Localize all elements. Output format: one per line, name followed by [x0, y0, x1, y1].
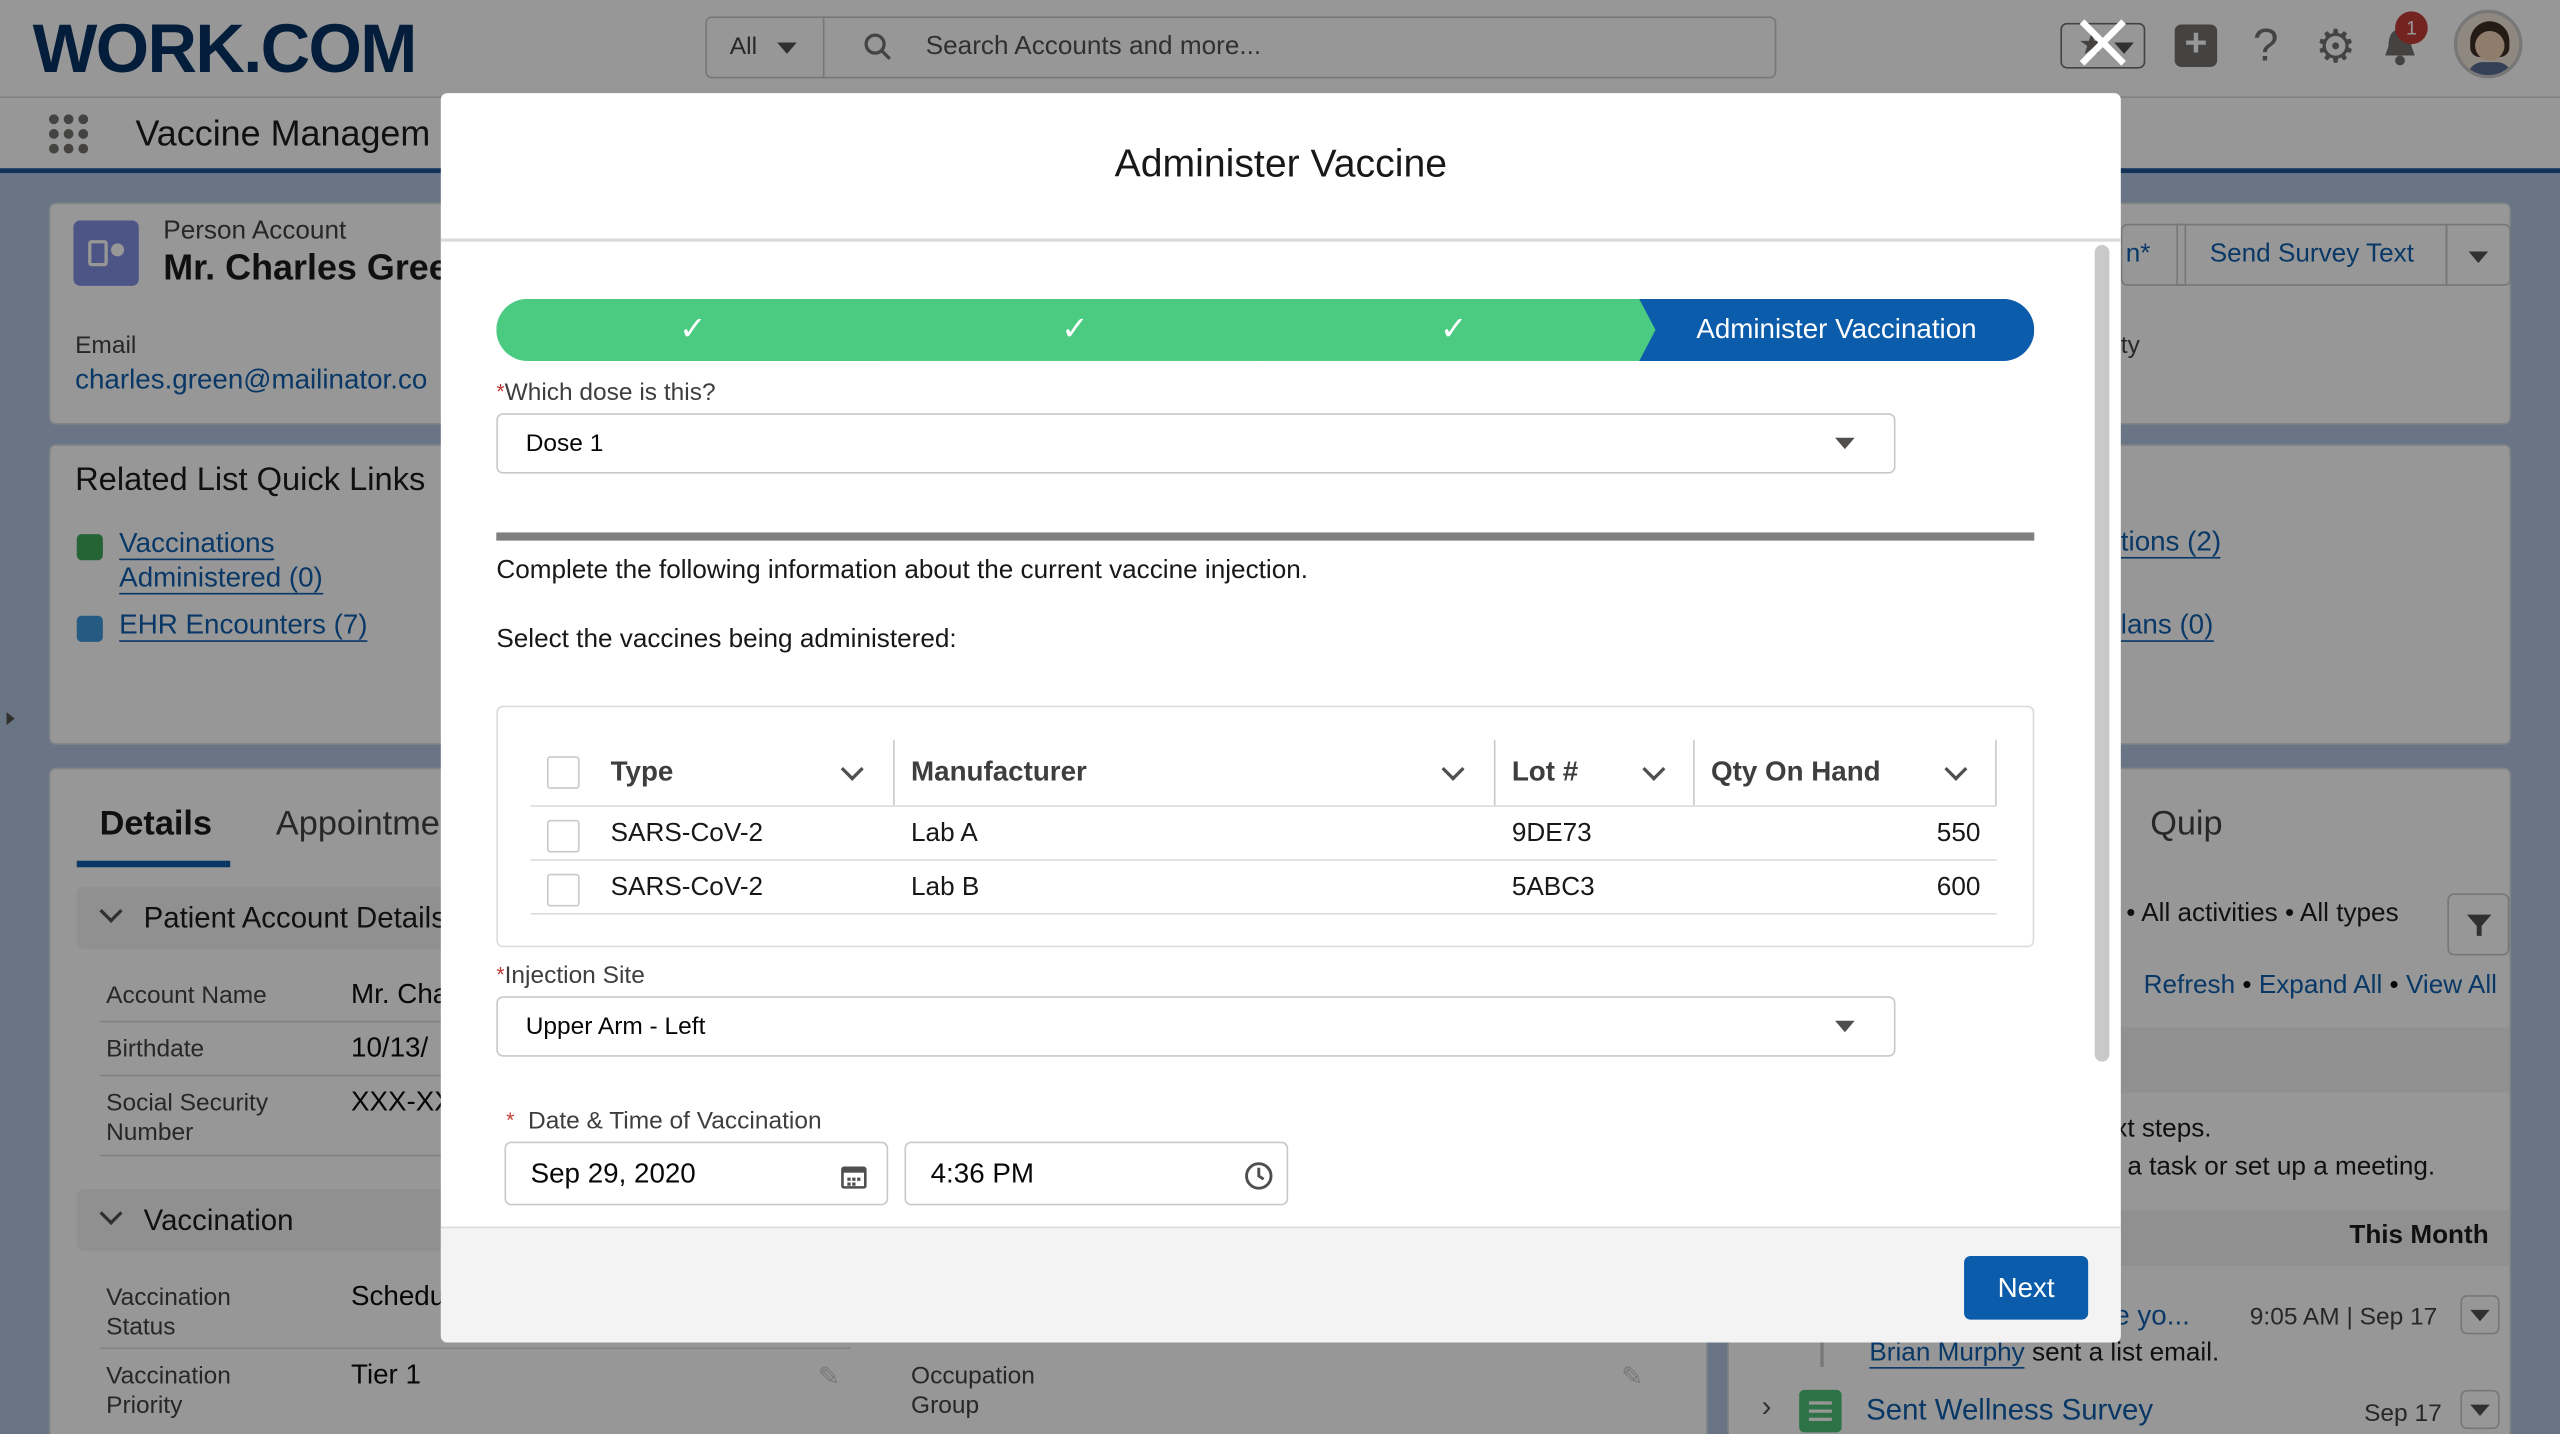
modal-body: ✓ ✓ ✓ Administer Vaccination *Which dose… [441, 244, 2121, 1227]
cell-manufacturer: Lab A [911, 819, 978, 848]
cell-lot: 9DE73 [1511, 819, 1592, 848]
date-input[interactable]: Sep 29, 2020 [504, 1141, 889, 1206]
column-header-qty[interactable]: Qty On Hand [1695, 739, 1997, 806]
row-checkbox[interactable] [546, 819, 580, 853]
select-vaccines-text: Select the vaccines being administered: [496, 625, 957, 654]
cell-type: SARS-CoV-2 [610, 819, 764, 848]
next-button[interactable]: Next [1964, 1255, 2089, 1320]
calendar-icon[interactable] [841, 1163, 867, 1189]
info-text: Complete the following information about… [496, 556, 1309, 585]
progress-step-current[interactable]: Administer Vaccination [1639, 298, 2035, 361]
clock-icon[interactable] [1244, 1161, 1273, 1190]
injection-site-select[interactable]: Upper Arm - Left [496, 996, 1896, 1057]
check-icon: ✓ [1061, 311, 1089, 348]
column-header-type[interactable]: Type [531, 739, 895, 806]
row-checkbox[interactable] [546, 873, 580, 907]
cell-manufacturer: Lab B [911, 873, 980, 902]
app-root: WORK.COM All Search Accounts and more...… [0, 0, 2560, 1434]
progress-step-3[interactable]: ✓ [1257, 299, 1659, 361]
administer-vaccine-modal: Administer Vaccine ✓ ✓ ✓ Administer Vacc… [440, 93, 2121, 1343]
cell-qty: 600 [1936, 873, 1981, 902]
table-row[interactable]: SARS-CoV-2 Lab B 5ABC3 600 [530, 861, 1997, 915]
modal-title: Administer Vaccine [440, 93, 2121, 242]
chevron-down-icon [1835, 1020, 1855, 1033]
site-selected-value: Upper Arm - Left [525, 1012, 706, 1041]
check-icon: ✓ [1439, 311, 1468, 348]
date-value: Sep 29, 2020 [530, 1157, 696, 1190]
datetime-label: * Date & Time of Vaccination [506, 1107, 822, 1136]
time-value: 4:36 PM [930, 1157, 1034, 1190]
close-icon[interactable] [2073, 13, 2132, 72]
cell-qty: 550 [1936, 819, 1981, 848]
column-header-lot[interactable]: Lot # [1496, 739, 1695, 806]
dose-select[interactable]: Dose 1 [496, 413, 1896, 474]
cell-lot: 5ABC3 [1511, 873, 1595, 902]
vaccines-table: Type Manufacturer Lot # Qty On Hand SARS… [496, 705, 2035, 948]
dose-selected-value: Dose 1 [525, 429, 604, 458]
modal-scrollbar[interactable] [2094, 244, 2110, 1062]
section-divider [496, 532, 2035, 541]
cell-type: SARS-CoV-2 [610, 873, 764, 902]
chevron-down-icon [1835, 437, 1855, 450]
column-header-manufacturer[interactable]: Manufacturer [895, 739, 1496, 806]
modal-footer: Next [440, 1226, 2121, 1343]
check-icon: ✓ [679, 311, 707, 348]
time-input[interactable]: 4:36 PM [904, 1141, 1289, 1206]
progress-step-2[interactable]: ✓ [878, 299, 1276, 361]
progress-step-1[interactable]: ✓ [496, 299, 898, 361]
table-row[interactable]: SARS-CoV-2 Lab A 9DE73 550 [530, 807, 1997, 861]
dose-label: *Which dose is this? [496, 378, 716, 407]
injection-site-label: *Injection Site [496, 961, 645, 990]
